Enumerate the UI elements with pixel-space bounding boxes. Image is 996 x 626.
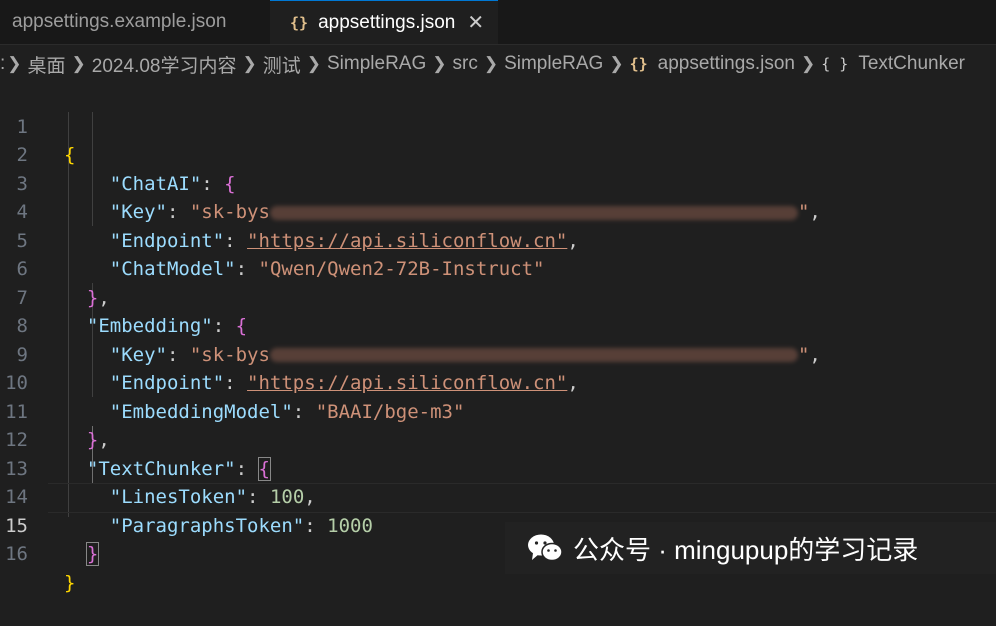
chevron-right-icon: ❯ xyxy=(242,54,257,73)
code-line: 6 }, xyxy=(0,227,996,309)
code-line: 1 { xyxy=(0,84,996,167)
code-line: 13 "LinesToken": 100, xyxy=(0,426,996,509)
json-braces-icon: {} xyxy=(629,55,648,73)
tab-appsettings[interactable]: {} appsettings.json ✕ xyxy=(270,0,498,44)
breadcrumb-item[interactable]: src xyxy=(453,53,478,75)
wechat-icon xyxy=(527,533,563,563)
chevron-right-icon: ❯ xyxy=(306,54,321,73)
object-icon: { } xyxy=(821,55,849,73)
code-line: 10 "EmbeddingModel": "BAAI/bge-m3" xyxy=(0,341,996,423)
brace-match: } xyxy=(85,542,100,566)
watermark-text: 公众号 · mingupup的学习记录 xyxy=(573,534,919,565)
code-editor[interactable]: 1 { 2 "ChatAI": { 3 "Key": "sk-bys ", 4 "… xyxy=(0,84,996,594)
breadcrumb-item[interactable]: 桌面 xyxy=(28,51,66,78)
chevron-right-icon: ❯ xyxy=(609,54,624,73)
code-line: 2 "ChatAI": { xyxy=(0,113,996,195)
breadcrumb-item[interactable]: 2024.08学习内容 xyxy=(92,51,237,78)
tab-label: appsettings.json xyxy=(318,11,456,33)
code-line: 3 "Key": "sk-bys ", xyxy=(0,141,996,224)
code-line: 9 "Endpoint": "https://api.siliconflow.c… xyxy=(0,312,996,395)
code-line: 4 "Endpoint": "https://api.siliconflow.c… xyxy=(0,170,996,252)
close-icon[interactable]: ✕ xyxy=(467,10,484,35)
tab-label: appsettings.example.json xyxy=(12,11,227,32)
tab-appsettings-example[interactable]: appsettings.example.json xyxy=(0,0,271,44)
chevron-right-icon: ❯ xyxy=(432,54,447,73)
breadcrumb-symbol[interactable]: TextChunker xyxy=(858,53,965,75)
code-line: 8 "Key": "sk-bys ", xyxy=(0,284,996,366)
code-line: 15 } xyxy=(0,483,996,566)
chevron-right-icon: ❯ xyxy=(71,54,86,73)
code-line: 7 "Embedding": { xyxy=(0,255,996,338)
line-number: 16 xyxy=(5,543,28,565)
brace: } xyxy=(64,571,76,594)
chevron-right-icon: ❯ xyxy=(483,54,499,73)
code-line: 12 "TextChunker": { xyxy=(0,398,996,481)
code-line: 5 "ChatModel": "Qwen/Qwen2-72B-Instruct" xyxy=(0,198,996,281)
tab-bar: appsettings.example.json {} appsettings.… xyxy=(0,0,996,45)
code-line: 14 "ParagraphsToken": 1000 xyxy=(0,455,996,537)
breadcrumb: : ❯ 桌面 ❯ 2024.08学习内容 ❯ 测试 ❯ SimpleRAG ❯ … xyxy=(0,44,996,84)
breadcrumb-item[interactable]: 测试 xyxy=(263,51,301,78)
chevron-right-icon: ❯ xyxy=(800,54,816,73)
watermark: 公众号 · mingupup的学习记录 xyxy=(505,522,996,574)
breadcrumb-file[interactable]: appsettings.json xyxy=(658,53,795,75)
chevron-right-icon: ❯ xyxy=(7,54,22,73)
json-braces-icon: {} xyxy=(290,13,309,32)
breadcrumb-prefix: : xyxy=(0,53,6,74)
code-line: 11 }, xyxy=(0,369,996,452)
breadcrumb-item[interactable]: SimpleRAG xyxy=(327,53,426,75)
breadcrumb-item[interactable]: SimpleRAG xyxy=(504,53,603,75)
